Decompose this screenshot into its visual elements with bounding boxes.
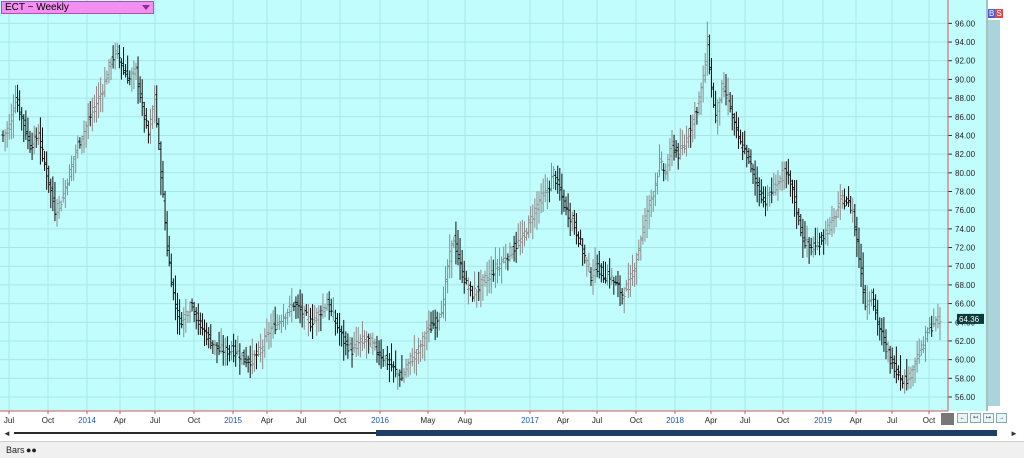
x-tick-label: Apr	[114, 416, 127, 425]
x-tick-label: 2018	[666, 416, 684, 425]
right-gutter	[988, 20, 1000, 406]
y-tick-label: 68.00	[955, 281, 976, 290]
x-tick-label: 2019	[814, 416, 832, 425]
x-tick-label: Jul	[740, 416, 750, 425]
x-tick-label: Oct	[923, 416, 936, 425]
scroll-back-button[interactable]: ↤	[970, 413, 981, 423]
x-tick-label: Jul	[592, 416, 602, 425]
link-icon[interactable]: ●●	[26, 444, 37, 456]
y-tick-label: 78.00	[955, 187, 976, 196]
bars-tab[interactable]: Bars	[6, 444, 25, 456]
scrollbar-thumb[interactable]	[376, 430, 997, 436]
y-tick-label: 70.00	[955, 262, 976, 271]
y-tick-label: 84.00	[955, 131, 976, 140]
x-tick-label: 2016	[371, 416, 389, 425]
x-tick-label: 2014	[78, 416, 96, 425]
corner-box	[941, 413, 954, 425]
y-tick-label: 72.00	[955, 244, 976, 253]
y-tick-label: 66.00	[955, 300, 976, 309]
x-tick-label: Oct	[777, 416, 790, 425]
y-tick-label: 74.00	[955, 225, 976, 234]
scroll-right-arrow-icon[interactable]: ►	[1008, 429, 1020, 438]
x-tick-label: Oct	[630, 416, 643, 425]
x-tick-label: 2015	[224, 416, 242, 425]
chart-window: 56.0058.0060.0062.0064.0066.0068.0070.00…	[0, 0, 1024, 458]
x-tick-label: Apr	[261, 416, 274, 425]
x-tick-label: Apr	[557, 416, 570, 425]
x-tick-label: 2017	[521, 416, 539, 425]
x-tick-label: Jul	[150, 416, 160, 425]
dropdown-arrow-icon	[142, 5, 150, 10]
x-tick-label: Aug	[458, 416, 472, 425]
scroll-to-end-button[interactable]: →	[996, 413, 1007, 423]
y-tick-label: 62.00	[955, 337, 976, 346]
symbol-title: ECT ~ Weekly	[5, 2, 69, 13]
x-tick-label: Jul	[296, 416, 306, 425]
y-tick-label: 86.00	[955, 113, 976, 122]
x-tick-label: Apr	[705, 416, 718, 425]
symbol-title-dropdown[interactable]: ECT ~ Weekly	[1, 1, 154, 14]
scroll-left-arrow-icon[interactable]: ◄	[2, 429, 12, 438]
y-tick-label: 80.00	[955, 169, 976, 178]
last-price-label: 64.36	[959, 315, 980, 324]
y-tick-label: 92.00	[955, 57, 976, 66]
x-tick-label: Jul	[4, 416, 14, 425]
status-bar: Bars ●●	[0, 441, 1024, 458]
sell-badge[interactable]: S	[995, 9, 1003, 18]
y-tick-label: 82.00	[955, 150, 976, 159]
y-tick-label: 88.00	[955, 94, 976, 103]
y-tick-label: 58.00	[955, 374, 976, 383]
buy-sell-badge[interactable]: BS	[988, 9, 1003, 18]
x-tick-label: May	[420, 416, 435, 425]
y-tick-label: 94.00	[955, 38, 976, 47]
y-tick-label: 60.00	[955, 356, 976, 365]
plot-area	[0, 0, 948, 411]
x-tick-label: Oct	[42, 416, 55, 425]
horizontal-scrollbar[interactable]	[14, 427, 997, 439]
y-tick-label: 96.00	[955, 19, 976, 28]
x-tick-label: Oct	[188, 416, 201, 425]
x-tick-label: Oct	[334, 416, 347, 425]
scroll-forward-button[interactable]: ↦	[983, 413, 994, 423]
x-tick-label: Apr	[850, 416, 863, 425]
x-tick-label: Jul	[887, 416, 897, 425]
y-tick-label: 56.00	[955, 393, 976, 402]
y-tick-label: 76.00	[955, 206, 976, 215]
scroll-to-start-button[interactable]: ←	[957, 413, 968, 423]
price-chart: 56.0058.0060.0062.0064.0066.0068.0070.00…	[0, 0, 1000, 425]
y-tick-label: 90.00	[955, 75, 976, 84]
